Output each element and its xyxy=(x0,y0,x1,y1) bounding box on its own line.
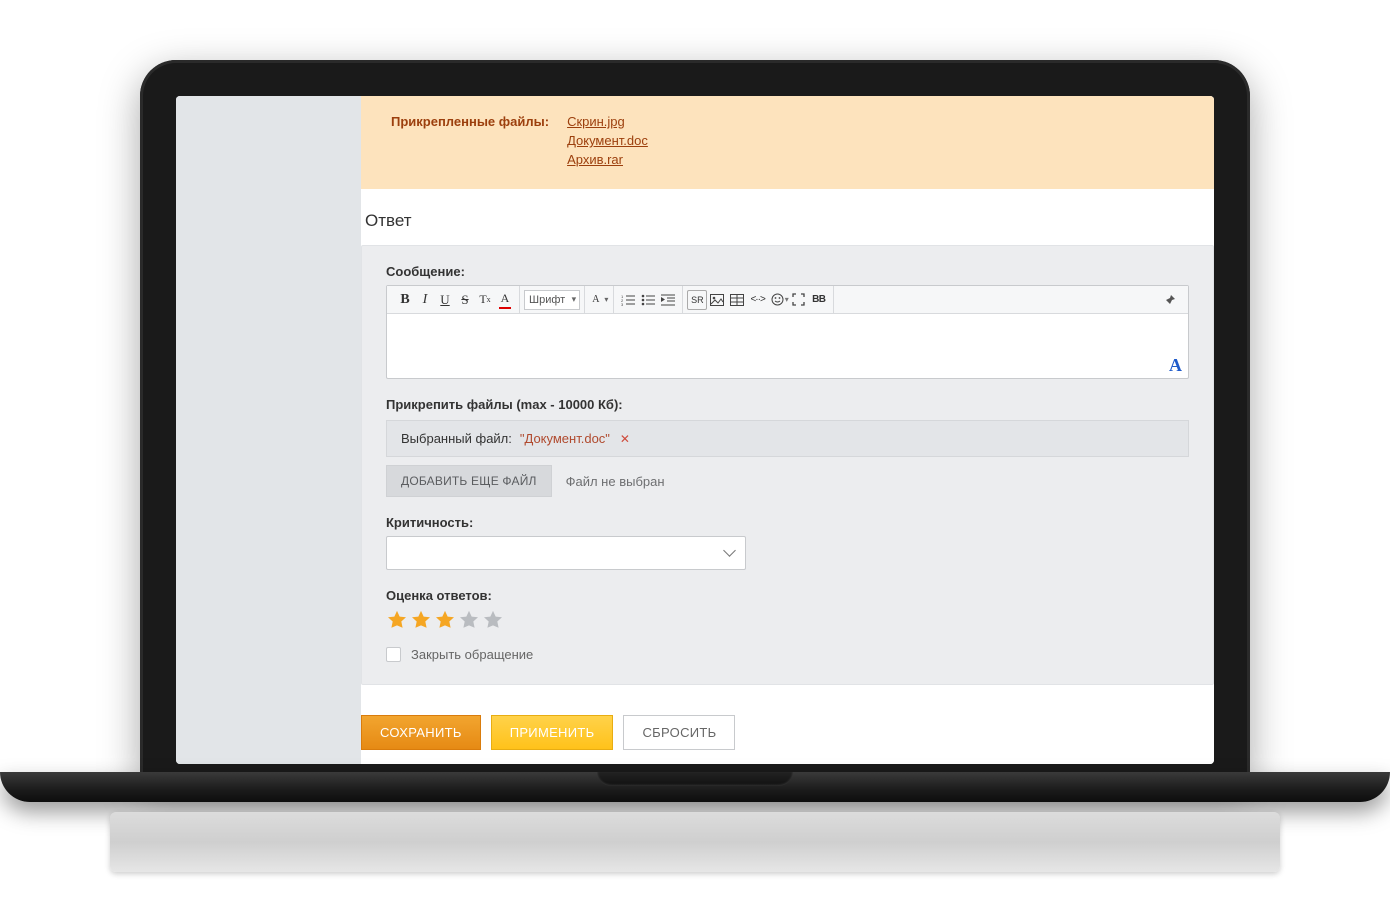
text-color-icon[interactable]: A xyxy=(495,290,515,310)
attached-file-link[interactable]: Архив.rar xyxy=(567,152,648,167)
star-empty-icon[interactable] xyxy=(458,609,480,631)
sidebar-region xyxy=(176,96,361,764)
editor-resize-handle[interactable]: A xyxy=(1169,355,1182,376)
image-icon[interactable] xyxy=(707,290,727,310)
clear-format-icon[interactable]: Tx xyxy=(475,290,495,310)
star-empty-icon[interactable] xyxy=(482,609,504,631)
selected-file-label: Выбранный файл: xyxy=(401,431,512,446)
fullscreen-icon[interactable] xyxy=(789,290,809,310)
bold-icon[interactable]: B xyxy=(395,290,415,310)
editor-toolbar: B I U S Tx A Шрифт A xyxy=(387,286,1188,314)
attached-files-box: Прикрепленные файлы: Скрин.jpg Документ.… xyxy=(361,96,1214,189)
action-buttons-row: СОХРАНИТЬ ПРИМЕНИТЬ СБРОСИТЬ xyxy=(361,715,1214,750)
rating-stars xyxy=(386,609,1189,631)
reset-button[interactable]: СБРОСИТЬ xyxy=(623,715,735,750)
star-filled-icon[interactable] xyxy=(386,609,408,631)
content-region: Прикрепленные файлы: Скрин.jpg Документ.… xyxy=(361,96,1214,764)
close-request-label: Закрыть обращение xyxy=(411,647,533,662)
attached-file-link[interactable]: Документ.doc xyxy=(567,133,648,148)
priority-label: Критичность: xyxy=(386,515,1189,530)
svg-text:3: 3 xyxy=(621,302,624,306)
ordered-list-icon[interactable]: 123 xyxy=(618,290,638,310)
code-icon[interactable]: <··> xyxy=(747,290,767,310)
close-request-row: Закрыть обращение xyxy=(386,647,1189,662)
rating-label: Оценка ответов: xyxy=(386,588,1189,603)
editor-textarea[interactable]: A xyxy=(387,314,1188,378)
add-file-button[interactable]: ДОБАВИТЬ ЕЩЕ ФАЙЛ xyxy=(386,465,552,497)
apply-button[interactable]: ПРИМЕНИТЬ xyxy=(491,715,614,750)
reply-form: Сообщение: B I U S Tx A xyxy=(361,245,1214,685)
laptop-notch xyxy=(597,772,793,786)
remove-file-icon[interactable]: ✕ xyxy=(618,432,632,446)
table-icon[interactable] xyxy=(727,290,747,310)
section-title: Ответ xyxy=(361,207,1214,245)
close-request-checkbox[interactable] xyxy=(386,647,401,662)
font-size-select[interactable]: A xyxy=(589,290,609,310)
no-file-text: Файл не выбран xyxy=(566,474,665,489)
attached-file-link[interactable]: Скрин.jpg xyxy=(567,114,648,129)
save-button[interactable]: СОХРАНИТЬ xyxy=(361,715,481,750)
priority-select-wrap xyxy=(386,536,746,570)
laptop-screen: Прикрепленные файлы: Скрин.jpg Документ.… xyxy=(176,96,1214,764)
italic-icon[interactable]: I xyxy=(415,290,435,310)
subscript-icon[interactable]: SR xyxy=(687,290,707,310)
font-family-select[interactable]: Шрифт xyxy=(524,290,580,310)
unordered-list-icon[interactable] xyxy=(638,290,658,310)
outdent-icon[interactable] xyxy=(658,290,678,310)
selected-file-name: "Документ.doc" xyxy=(520,431,610,446)
priority-select[interactable] xyxy=(386,536,746,570)
laptop-stand xyxy=(110,812,1280,872)
pin-icon[interactable] xyxy=(1160,290,1180,310)
star-filled-icon[interactable] xyxy=(410,609,432,631)
star-filled-icon[interactable] xyxy=(434,609,456,631)
editor: B I U S Tx A Шрифт A xyxy=(386,285,1189,379)
selected-file-row: Выбранный файл: "Документ.doc" ✕ xyxy=(386,420,1189,457)
message-label: Сообщение: xyxy=(386,264,1189,279)
bbcode-icon[interactable]: BB xyxy=(809,290,829,310)
strike-icon[interactable]: S xyxy=(455,290,475,310)
attached-files-list: Скрин.jpg Документ.doc Архив.rar xyxy=(567,114,648,167)
attach-label: Прикрепить файлы (max - 10000 Кб): xyxy=(386,397,1189,412)
app-page: Прикрепленные файлы: Скрин.jpg Документ.… xyxy=(176,96,1214,764)
add-file-row: ДОБАВИТЬ ЕЩЕ ФАЙЛ Файл не выбран xyxy=(386,465,1189,497)
attached-files-label: Прикрепленные файлы: xyxy=(391,114,549,129)
laptop-frame: Прикрепленные файлы: Скрин.jpg Документ.… xyxy=(140,60,1250,780)
underline-icon[interactable]: U xyxy=(435,290,455,310)
